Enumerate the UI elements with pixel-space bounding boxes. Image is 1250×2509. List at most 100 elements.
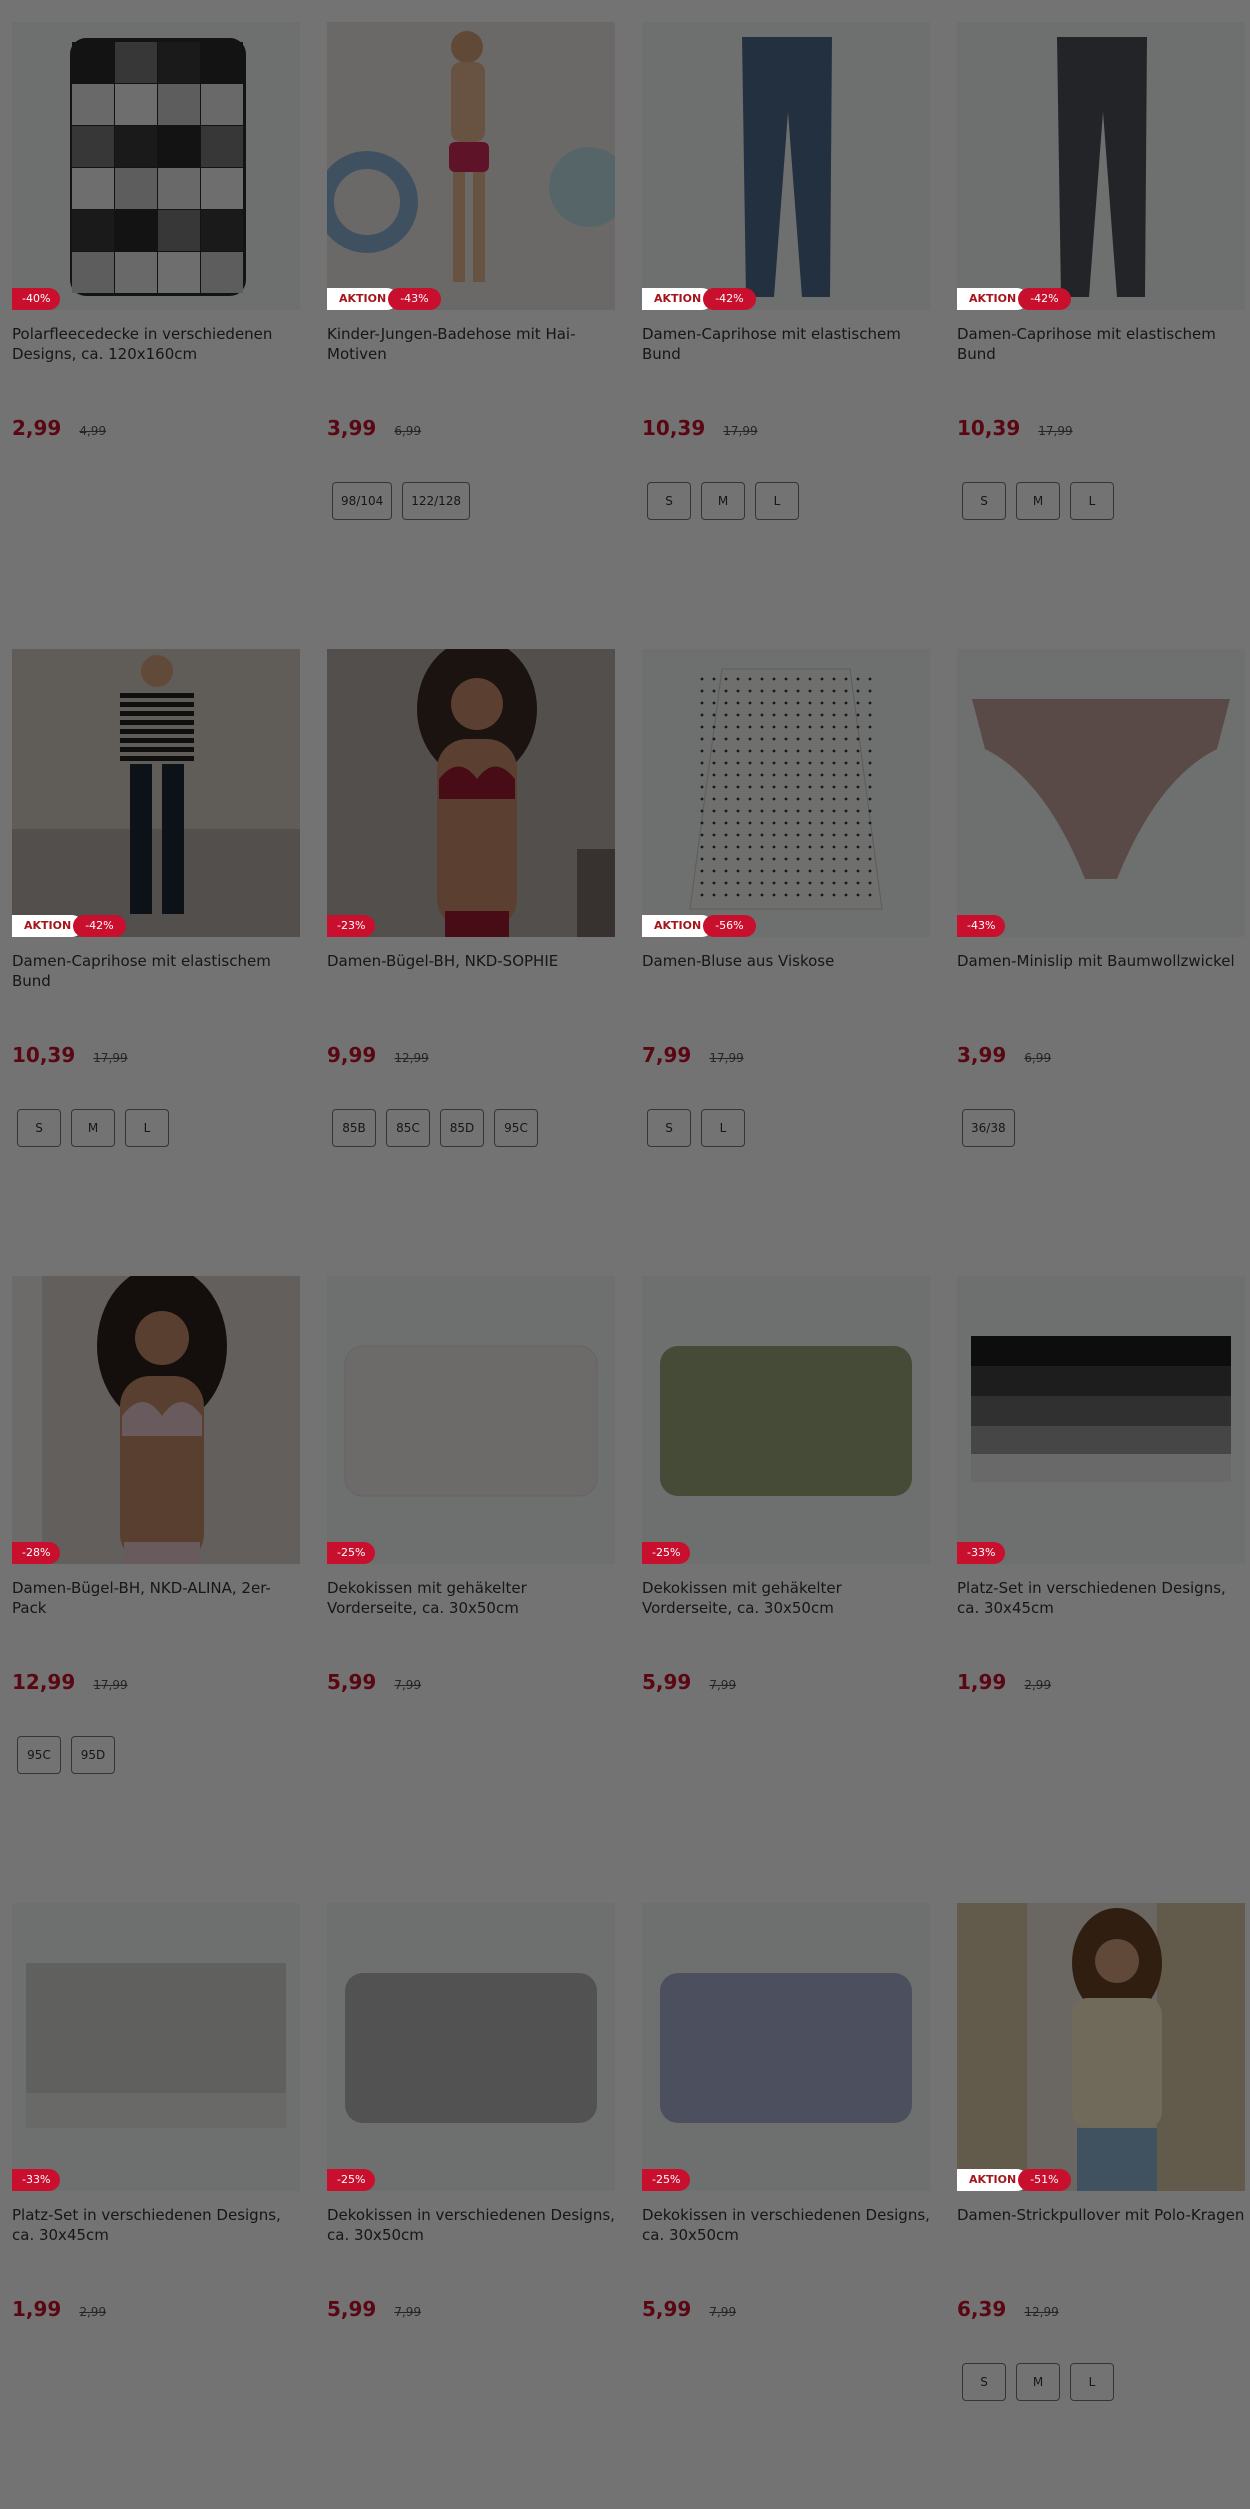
product-image[interactable]: -25% xyxy=(327,1903,615,2191)
product-card[interactable]: -40% Polarfleecedecke in verschiedenen De… xyxy=(12,22,300,622)
size-button[interactable]: 95C xyxy=(17,1736,61,1774)
size-button[interactable]: 36/38 xyxy=(962,1109,1015,1147)
size-button[interactable]: 98/104 xyxy=(332,482,393,520)
product-image[interactable]: AKTION -42% xyxy=(12,649,300,937)
product-card[interactable]: -28% Damen-Bügel-BH, NKD-ALINA, 2er-Pack 1… xyxy=(12,1276,300,1876)
size-options: 95C 95D xyxy=(17,1736,125,1774)
product-card[interactable]: -25% Dekokissen mit gehäkelter Vorderseit… xyxy=(642,1276,930,1876)
size-button[interactable]: M xyxy=(1016,2363,1060,2401)
checkered-blanket-image xyxy=(70,38,246,296)
size-button[interactable]: M xyxy=(71,1109,115,1147)
product-card[interactable]: AKTION -51% Damen-Strickpullover mit Polo-… xyxy=(957,1903,1245,2503)
product-card[interactable]: -25% Dekokissen mit gehäkelter Vorderseit… xyxy=(327,1276,615,1876)
size-options: 36/38 xyxy=(962,1109,1025,1147)
product-image[interactable]: -43% xyxy=(957,649,1245,937)
product-image[interactable]: -25% xyxy=(642,1903,930,2191)
product-title[interactable]: Kinder-Jungen-Badehose mit Hai-Motiven xyxy=(327,324,615,364)
product-card[interactable]: -33% Platz-Set in verschiedenen Designs, … xyxy=(957,1276,1245,1876)
product-title[interactable]: Damen-Bügel-BH, NKD-SOPHIE xyxy=(327,951,615,971)
size-button[interactable]: 85D xyxy=(440,1109,484,1147)
product-image[interactable]: AKTION -42% xyxy=(957,22,1245,310)
size-button[interactable]: M xyxy=(701,482,745,520)
product-title[interactable]: Polarfleecedecke in verschiedenen Design… xyxy=(12,324,300,364)
product-card[interactable]: AKTION -42% Damen-Caprihose mit elastische… xyxy=(12,649,300,1249)
blue-floral-cushion-image xyxy=(660,1973,912,2123)
price-row: 3,99 6,99 xyxy=(327,416,421,440)
old-price: 17,99 xyxy=(1038,424,1073,438)
size-button[interactable]: L xyxy=(701,1109,745,1147)
product-image[interactable]: AKTION -43% xyxy=(327,22,615,310)
product-card[interactable]: AKTION -42% Damen-Caprihose mit elastische… xyxy=(957,22,1245,622)
size-button[interactable]: L xyxy=(1070,482,1114,520)
product-card[interactable]: -25% Dekokissen in verschiedenen Designs,… xyxy=(642,1903,930,2503)
product-card[interactable]: -23% Damen-Bügel-BH, NKD-SOPHIE 9,99 12,99 8… xyxy=(327,649,615,1249)
boy-swim-trunks-image xyxy=(327,22,615,310)
product-title[interactable]: Damen-Caprihose mit elastischem Bund xyxy=(957,324,1245,364)
grey-placemat-image xyxy=(26,1963,286,2128)
size-button[interactable]: 95C xyxy=(494,1109,538,1147)
old-price: 17,99 xyxy=(93,1678,128,1692)
product-image[interactable]: -28% xyxy=(12,1276,300,1564)
size-button[interactable]: S xyxy=(17,1109,61,1147)
size-button[interactable]: L xyxy=(1070,2363,1114,2401)
old-price: 7,99 xyxy=(394,2305,422,2319)
current-price: 10,39 xyxy=(12,1043,76,1067)
size-button[interactable]: 122/128 xyxy=(402,482,471,520)
product-title[interactable]: Damen-Caprihose mit elastischem Bund xyxy=(642,324,930,364)
product-card[interactable]: AKTION -56% Damen-Bluse aus Viskose 7,99 17,… xyxy=(642,649,930,1249)
discount-badge: -42% xyxy=(703,288,756,310)
old-price: 17,99 xyxy=(709,1051,744,1065)
product-image[interactable]: AKTION -42% xyxy=(642,22,930,310)
product-image[interactable]: -25% xyxy=(642,1276,930,1564)
old-price: 17,99 xyxy=(723,424,758,438)
product-title[interactable]: Dekokissen mit gehäkelter Vorderseite, c… xyxy=(327,1578,615,1618)
product-title[interactable]: Dekokissen in verschiedenen Designs, ca.… xyxy=(327,2205,615,2245)
discount-badge: -42% xyxy=(73,915,126,937)
discount-badge: -25% xyxy=(327,1542,376,1564)
size-button[interactable]: S xyxy=(962,482,1006,520)
size-button[interactable]: S xyxy=(962,2363,1006,2401)
product-image[interactable]: -23% xyxy=(327,649,615,937)
price-row: 5,99 7,99 xyxy=(642,1670,736,1694)
product-image[interactable]: -33% xyxy=(957,1276,1245,1564)
product-title[interactable]: Dekokissen in verschiedenen Designs, ca.… xyxy=(642,2205,930,2245)
badge-group: -40% xyxy=(12,288,61,310)
product-card[interactable]: -43% Damen-Minislip mit Baumwollzwickel 3,… xyxy=(957,649,1245,1249)
product-card[interactable]: -25% Dekokissen in verschiedenen Designs,… xyxy=(327,1903,615,2503)
size-options: 85B 85C 85D 95C xyxy=(332,1109,548,1147)
product-image[interactable]: -33% xyxy=(12,1903,300,2191)
product-image[interactable]: -25% xyxy=(327,1276,615,1564)
size-button[interactable]: L xyxy=(125,1109,169,1147)
product-title[interactable]: Damen-Caprihose mit elastischem Bund xyxy=(12,951,300,991)
product-title[interactable]: Damen-Strickpullover mit Polo-Kragen xyxy=(957,2205,1245,2225)
product-title[interactable]: Dekokissen mit gehäkelter Vorderseite, c… xyxy=(642,1578,930,1618)
current-price: 6,39 xyxy=(957,2297,1007,2321)
size-button[interactable]: S xyxy=(647,1109,691,1147)
price-row: 5,99 7,99 xyxy=(642,2297,736,2321)
product-image[interactable]: AKTION -56% xyxy=(642,649,930,937)
current-price: 3,99 xyxy=(957,1043,1007,1067)
size-button[interactable]: L xyxy=(755,482,799,520)
product-card[interactable]: AKTION -43% Kinder-Jungen-Badehose mit Hai… xyxy=(327,22,615,622)
size-button[interactable]: 85B xyxy=(332,1109,376,1147)
badge-group: AKTION -43% xyxy=(327,288,441,310)
badge-group: AKTION -51% xyxy=(957,2169,1071,2191)
badge-group: -25% xyxy=(642,2169,691,2191)
discount-badge: -25% xyxy=(327,2169,376,2191)
product-title[interactable]: Platz-Set in verschiedenen Designs, ca. … xyxy=(957,1578,1245,1618)
size-button[interactable]: 85C xyxy=(386,1109,430,1147)
product-image[interactable]: -40% xyxy=(12,22,300,310)
product-card[interactable]: -33% Platz-Set in verschiedenen Designs, … xyxy=(12,1903,300,2503)
current-price: 10,39 xyxy=(642,416,706,440)
product-title[interactable]: Damen-Minislip mit Baumwollzwickel xyxy=(957,951,1245,971)
discount-badge: -25% xyxy=(642,2169,691,2191)
product-grid: -40% Polarfleecedecke in verschiedenen De… xyxy=(0,0,1250,2509)
product-title[interactable]: Damen-Bluse aus Viskose xyxy=(642,951,930,971)
size-button[interactable]: M xyxy=(1016,482,1060,520)
product-card[interactable]: AKTION -42% Damen-Caprihose mit elastische… xyxy=(642,22,930,622)
product-image[interactable]: AKTION -51% xyxy=(957,1903,1245,2191)
product-title[interactable]: Damen-Bügel-BH, NKD-ALINA, 2er-Pack xyxy=(12,1578,300,1618)
product-title[interactable]: Platz-Set in verschiedenen Designs, ca. … xyxy=(12,2205,300,2245)
size-button[interactable]: 95D xyxy=(71,1736,115,1774)
size-button[interactable]: S xyxy=(647,482,691,520)
